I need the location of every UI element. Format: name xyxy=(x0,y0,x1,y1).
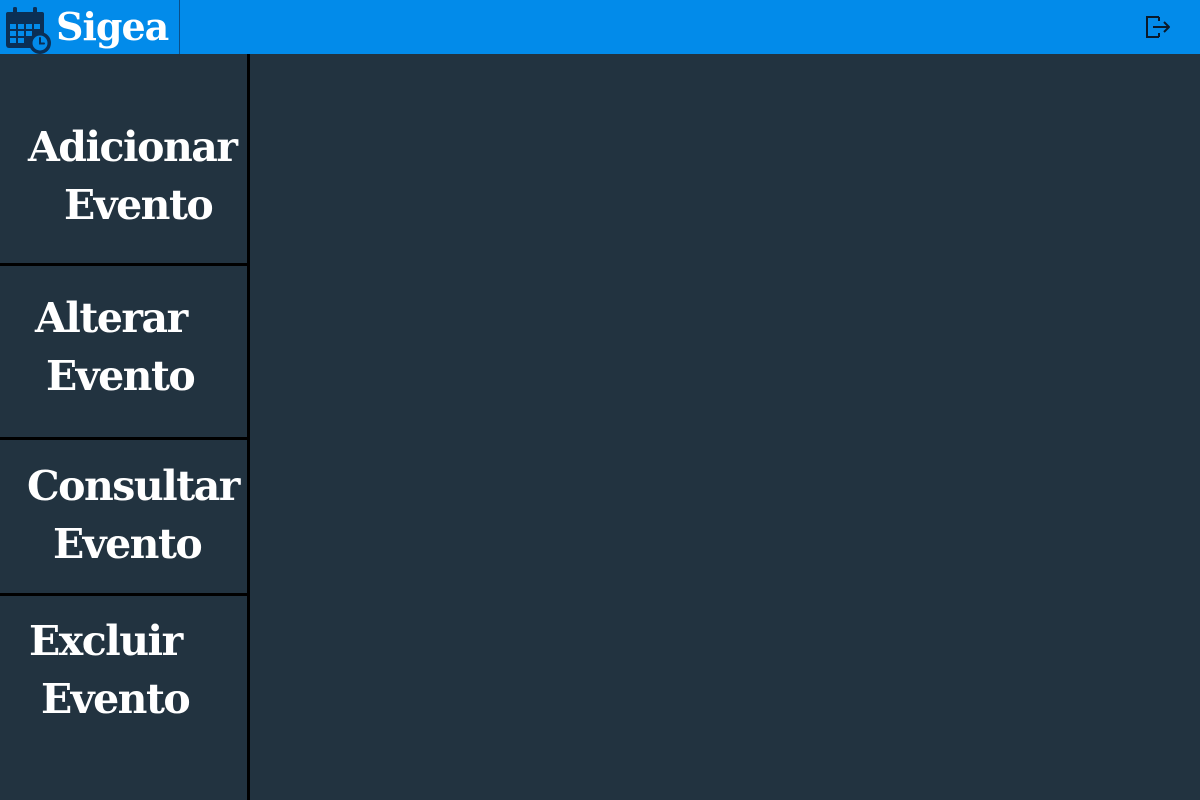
top-bar: Sigea xyxy=(0,0,1200,54)
sidebar-item-label: Evento xyxy=(46,352,196,400)
sidebar-item-excluir-evento[interactable]: Excluir Evento xyxy=(0,612,247,800)
sidebar-separator xyxy=(0,263,247,266)
sidebar-item-label: Evento xyxy=(41,675,191,723)
sidebar: Adicionar Evento Alterar Evento Consulta… xyxy=(0,54,247,800)
main-content xyxy=(250,54,1200,800)
calendar-clock-icon xyxy=(6,7,51,54)
sidebar-separator xyxy=(0,437,247,440)
logout-icon[interactable] xyxy=(1142,12,1172,42)
app-title: Sigea xyxy=(56,4,169,49)
sidebar-item-alterar-evento[interactable]: Alterar Evento xyxy=(0,283,247,437)
sidebar-item-label: Evento xyxy=(64,181,214,229)
sidebar-item-label: Alterar xyxy=(35,294,188,342)
sidebar-item-consultar-evento[interactable]: Consultar Evento xyxy=(0,457,247,593)
sidebar-separator xyxy=(0,593,247,596)
sidebar-item-label: Excluir xyxy=(29,617,183,665)
sidebar-item-label: Consultar xyxy=(27,462,240,510)
sidebar-item-adicionar-evento[interactable]: Adicionar Evento xyxy=(0,118,247,263)
sidebar-item-label: Evento xyxy=(53,520,203,568)
sidebar-item-label: Adicionar xyxy=(28,123,238,171)
brand[interactable]: Sigea xyxy=(0,0,180,54)
